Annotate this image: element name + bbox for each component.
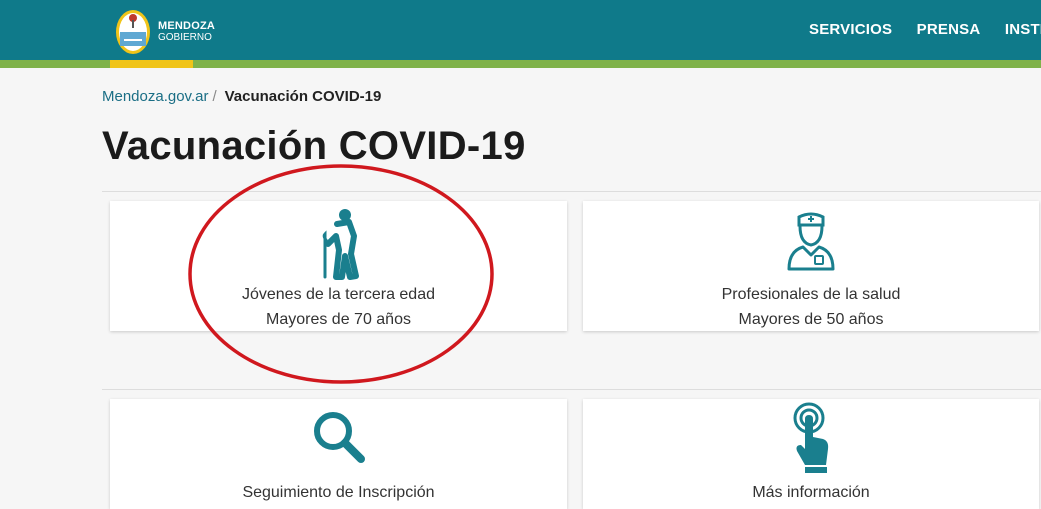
site-header: MENDOZA GOBIERNO SERVICIOS PRENSA INSTIT bbox=[0, 0, 1041, 60]
nav-prensa[interactable]: PRENSA bbox=[917, 21, 981, 38]
divider-middle bbox=[102, 389, 1041, 390]
touch-hand-icon bbox=[793, 402, 829, 473]
card-tercera-edad[interactable]: Jóvenes de la tercera edad Mayores de 70… bbox=[110, 201, 567, 331]
breadcrumb-separator: / bbox=[212, 88, 217, 105]
magnifier-icon bbox=[313, 412, 365, 463]
nurse-icon bbox=[787, 212, 835, 271]
breadcrumb-home-link[interactable]: Mendoza.gov.ar bbox=[102, 88, 208, 105]
header-accent-yellow bbox=[110, 60, 193, 68]
mendoza-logo[interactable]: MENDOZA GOBIERNO bbox=[113, 6, 243, 56]
card-seguimiento-inscripcion[interactable]: Seguimiento de Inscripción bbox=[110, 399, 567, 509]
card-profesionales-line1: Profesionales de la salud bbox=[721, 286, 901, 303]
card-tercera-edad-line2: Mayores de 70 años bbox=[266, 311, 411, 328]
brand-line2: GOBIERNO bbox=[158, 32, 212, 43]
coat-of-arms-icon bbox=[116, 10, 150, 54]
card-seguimiento-line1: Seguimiento de Inscripción bbox=[242, 484, 435, 501]
page-title: Vacunación COVID-19 bbox=[102, 124, 526, 168]
breadcrumb-current: Vacunación COVID-19 bbox=[224, 88, 382, 105]
nav-servicios[interactable]: SERVICIOS bbox=[809, 21, 892, 38]
brand-text: MENDOZA GOBIERNO bbox=[158, 20, 215, 44]
divider-top bbox=[102, 191, 1041, 192]
breadcrumb: Mendoza.gov.ar / Vacunación COVID-19 bbox=[102, 88, 381, 105]
card-tercera-edad-line1: Jóvenes de la tercera edad bbox=[241, 286, 435, 303]
card-profesionales-salud[interactable]: Profesionales de la salud Mayores de 50 … bbox=[583, 201, 1039, 331]
header-accent-stripe bbox=[0, 60, 1041, 68]
card-mas-informacion-line1: Más información bbox=[752, 484, 870, 501]
card-profesionales-line2: Mayores de 50 años bbox=[738, 311, 884, 328]
card-mas-informacion[interactable]: Más información bbox=[583, 399, 1039, 509]
elderly-person-icon bbox=[322, 209, 359, 280]
brand-line1: MENDOZA bbox=[158, 20, 216, 32]
main-nav: SERVICIOS PRENSA INSTIT bbox=[809, 21, 1041, 39]
nav-institucional[interactable]: INSTIT bbox=[1005, 21, 1041, 38]
